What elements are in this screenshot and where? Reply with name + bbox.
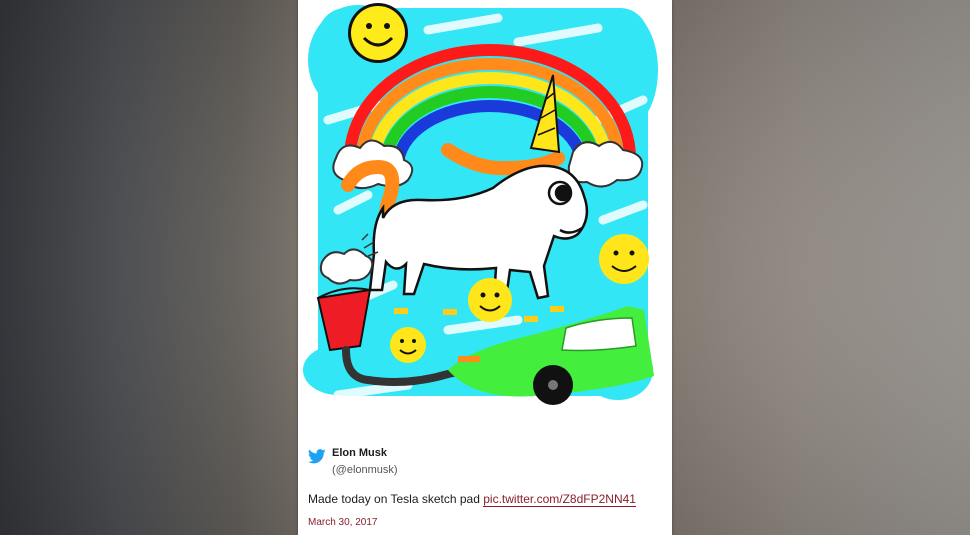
sun-smiley bbox=[348, 3, 408, 63]
tweet-text: Made today on Tesla sketch pad pic.twitt… bbox=[308, 492, 636, 507]
tweet-image-link[interactable]: pic.twitter.com/Z8dFP2NN41 bbox=[483, 492, 636, 507]
twitter-bird-icon bbox=[308, 449, 326, 464]
tweet-date[interactable]: March 30, 2017 bbox=[308, 517, 378, 528]
author-name[interactable]: Elon Musk bbox=[332, 447, 387, 459]
tweet-card: Elon Musk (@elonmusk) Made today on Tesl… bbox=[298, 0, 672, 535]
author-handle[interactable]: (@elonmusk) bbox=[332, 464, 398, 476]
tweet-drawing-image bbox=[298, 0, 672, 425]
tweet-body: Made today on Tesla sketch pad bbox=[308, 492, 480, 506]
